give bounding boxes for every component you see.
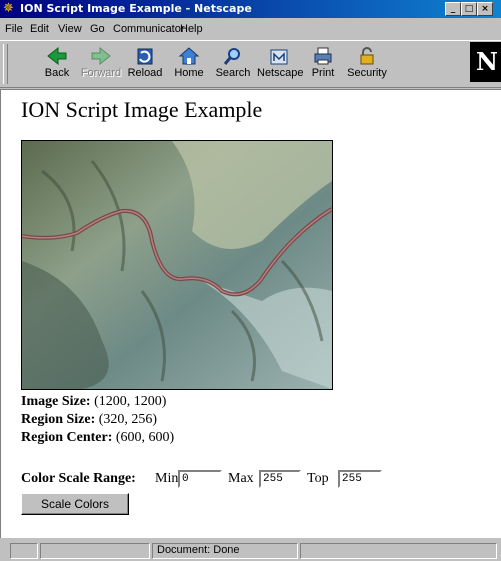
satellite-terrain-picture: [22, 141, 332, 389]
reload-label: Reload: [127, 67, 163, 79]
component-bar[interactable]: [300, 543, 497, 559]
security-label: Security: [347, 67, 387, 79]
min-input[interactable]: 0: [178, 470, 222, 488]
menu-view[interactable]: View: [58, 23, 82, 35]
menu-bar: File Edit View Go Communicator Help: [0, 20, 501, 38]
top-label: Top: [307, 471, 329, 486]
menu-file[interactable]: File: [5, 23, 23, 35]
toolbar-grip[interactable]: [3, 44, 8, 84]
security-button[interactable]: Security: [345, 43, 389, 85]
max-label: Max: [228, 471, 254, 486]
region-size-line: Region Size: (320, 256): [21, 412, 157, 428]
window-title: ION Script Image Example - Netscape: [20, 2, 252, 15]
maximize-button[interactable]: □: [461, 2, 477, 16]
netscape-label: Netscape: [257, 67, 304, 79]
forward-arrow-icon: [91, 46, 111, 66]
region-center-value: (600, 600): [115, 430, 175, 445]
color-scale-label: Color Scale Range:: [21, 471, 136, 486]
netscape-app-icon: ✵: [3, 1, 14, 16]
region-size-value: (320, 256): [98, 412, 158, 427]
netscape-logo[interactable]: N: [470, 42, 501, 82]
min-label: Min: [155, 471, 179, 486]
image-size-value: (1200, 1200): [94, 394, 167, 409]
menu-help[interactable]: Help: [180, 23, 203, 35]
terrain-image: [21, 140, 333, 390]
netscape-icon: [270, 49, 288, 65]
status-text: Document: Done: [152, 543, 298, 559]
region-size-label: Region Size:: [21, 412, 96, 427]
max-input[interactable]: 255: [259, 470, 301, 488]
image-size-label: Image Size:: [21, 394, 91, 409]
search-label: Search: [215, 67, 251, 79]
scale-colors-button[interactable]: Scale Colors: [21, 493, 129, 515]
page-heading: ION Script Image Example: [21, 97, 263, 122]
print-icon: [314, 47, 332, 65]
region-center-line: Region Center: (600, 600): [21, 430, 174, 446]
lock-icon: [360, 47, 374, 65]
home-button[interactable]: Home: [167, 43, 211, 85]
back-label: Back: [44, 67, 70, 79]
navigation-toolbar: Back Forward Reload Home Search Netscape…: [0, 40, 501, 88]
menu-communicator[interactable]: Communicator: [113, 23, 185, 35]
close-button[interactable]: ×: [477, 2, 493, 16]
reload-icon: [137, 48, 153, 65]
back-button[interactable]: Back: [35, 43, 79, 85]
menu-go[interactable]: Go: [90, 23, 105, 35]
print-label: Print: [311, 67, 335, 79]
title-bar: ✵ ION Script Image Example - Netscape _ …: [0, 0, 501, 18]
search-icon: [223, 48, 240, 65]
security-status-icon[interactable]: [10, 543, 38, 559]
progress-indicator: [40, 543, 150, 559]
top-input[interactable]: 255: [338, 470, 382, 488]
page-content: ION Script Image Example Image Size: (12…: [0, 89, 501, 538]
color-scale-row: Color Scale Range: Min Max Top: [21, 471, 329, 487]
status-bar: Document: Done: [0, 540, 501, 561]
region-center-label: Region Center:: [21, 430, 113, 445]
home-label: Home: [174, 67, 204, 79]
back-arrow-icon: [47, 46, 67, 66]
forward-button[interactable]: Forward: [79, 43, 123, 85]
minimize-button[interactable]: _: [445, 2, 461, 16]
netscape-button[interactable]: Netscape: [257, 43, 304, 85]
print-button[interactable]: Print: [301, 43, 345, 85]
menu-edit[interactable]: Edit: [30, 23, 49, 35]
forward-label: Forward: [80, 67, 122, 79]
home-icon: [178, 47, 200, 65]
reload-button[interactable]: Reload: [123, 43, 167, 85]
search-button[interactable]: Search: [211, 43, 255, 85]
image-size-line: Image Size: (1200, 1200): [21, 394, 166, 410]
